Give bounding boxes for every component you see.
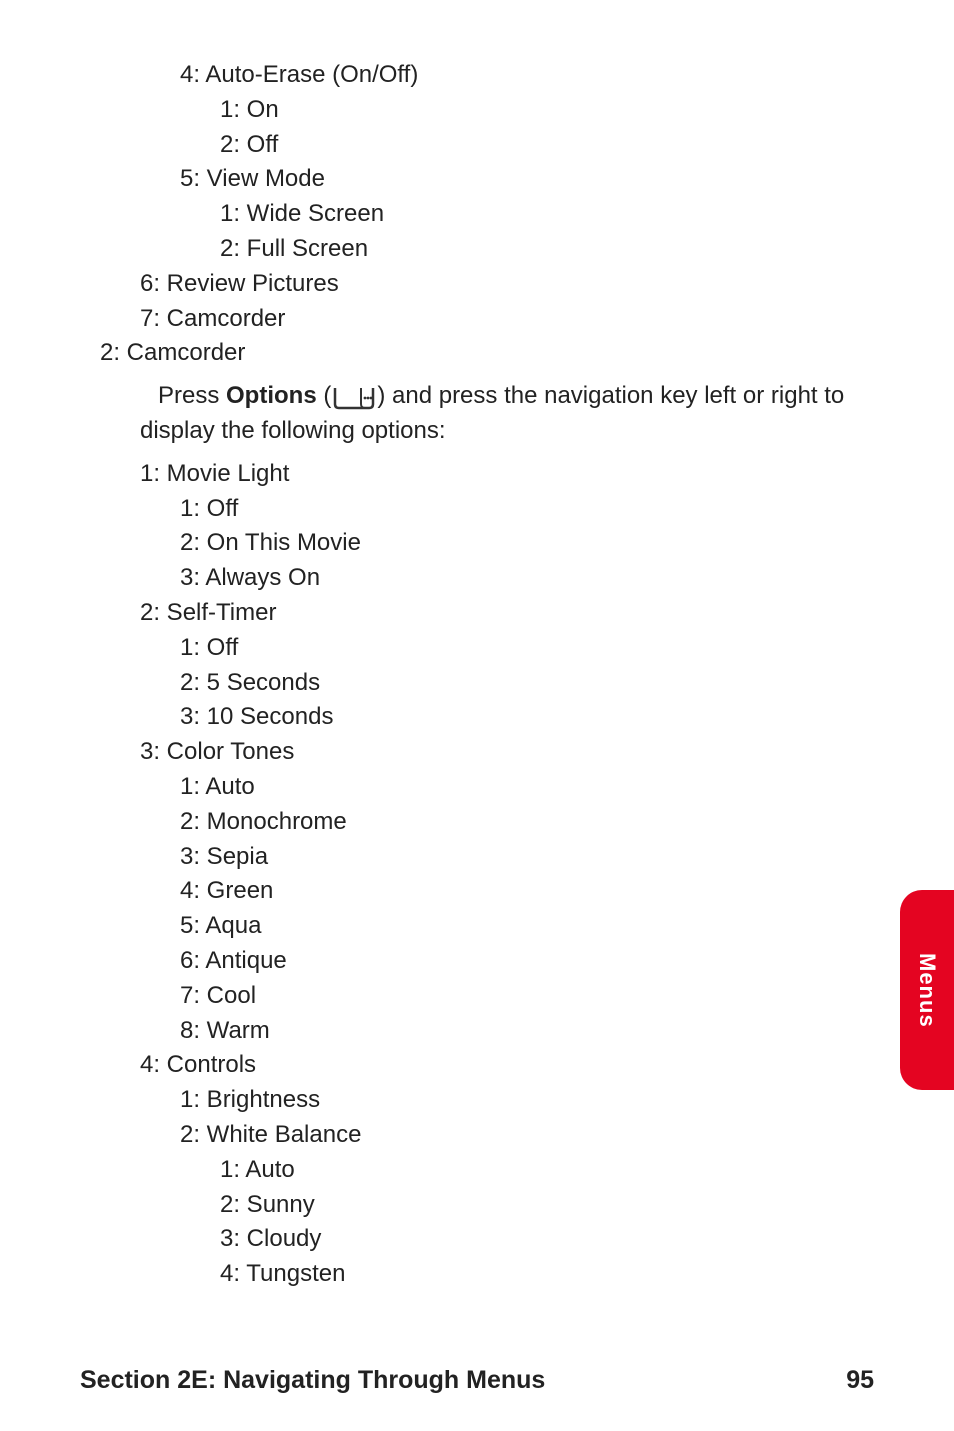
menu-item-wb-sunny: 2: Sunny — [220, 1188, 874, 1223]
menu-item-color-aqua: 5: Aqua — [180, 909, 874, 944]
menu-item-wb-cloudy: 3: Cloudy — [220, 1222, 874, 1257]
menu-item-auto-erase: 4: Auto-Erase (On/Off) — [180, 58, 874, 93]
menu-item-color-tones: 3: Color Tones — [140, 735, 874, 770]
side-tab-label: Menus — [914, 953, 940, 1028]
menu-item-view-mode-full: 2: Full Screen — [220, 232, 874, 267]
menu-item-wb-auto: 1: Auto — [220, 1153, 874, 1188]
menu-item-wb-tungsten: 4: Tungsten — [220, 1257, 874, 1292]
menu-item-review-pictures: 6: Review Pictures — [140, 267, 874, 302]
page-footer: Section 2E: Navigating Through Menus 95 — [0, 1366, 954, 1395]
menu-item-self-timer-10: 3: 10 Seconds — [180, 700, 874, 735]
menu-item-self-timer-5: 2: 5 Seconds — [180, 666, 874, 701]
menu-item-view-mode-wide: 1: Wide Screen — [220, 197, 874, 232]
footer-section: Section 2E: Navigating Through Menus — [80, 1366, 545, 1395]
menu-item-color-antique: 6: Antique — [180, 944, 874, 979]
menu-item-auto-erase-off: 2: Off — [220, 128, 874, 163]
menu-item-movie-light-on-this: 2: On This Movie — [180, 526, 874, 561]
menu-item-color-mono: 2: Monochrome — [180, 805, 874, 840]
menu-item-color-sepia: 3: Sepia — [180, 840, 874, 875]
softkey-icon — [331, 384, 377, 410]
menu-item-controls: 4: Controls — [140, 1048, 874, 1083]
menu-item-camcorder-7: 7: Camcorder — [140, 302, 874, 337]
menu-item-color-cool: 7: Cool — [180, 979, 874, 1014]
menu-item-movie-light-always: 3: Always On — [180, 561, 874, 596]
menu-item-movie-light-off: 1: Off — [180, 492, 874, 527]
paragraph-post: ( — [317, 382, 332, 409]
menu-item-brightness: 1: Brightness — [180, 1083, 874, 1118]
options-label: Options — [226, 382, 317, 409]
menu-item-self-timer-off: 1: Off — [180, 631, 874, 666]
menu-item-color-warm: 8: Warm — [180, 1014, 874, 1049]
footer-page-number: 95 — [846, 1366, 874, 1395]
menu-item-view-mode: 5: View Mode — [180, 162, 874, 197]
menu-item-color-green: 4: Green — [180, 874, 874, 909]
menu-item-auto-erase-on: 1: On — [220, 93, 874, 128]
menu-item-white-balance: 2: White Balance — [180, 1118, 874, 1153]
menu-item-self-timer: 2: Self-Timer — [140, 596, 874, 631]
paragraph-pre: Press — [158, 382, 226, 409]
page-content: 4: Auto-Erase (On/Off) 1: On 2: Off 5: V… — [0, 0, 954, 1292]
menu-item-color-auto: 1: Auto — [180, 770, 874, 805]
menu-item-camcorder-2: 2: Camcorder — [100, 336, 874, 371]
options-paragraph: Press Options ( ) and press the navigati… — [140, 379, 874, 449]
menu-item-movie-light: 1: Movie Light — [140, 457, 874, 492]
side-tab-menus: Menus — [900, 890, 954, 1090]
